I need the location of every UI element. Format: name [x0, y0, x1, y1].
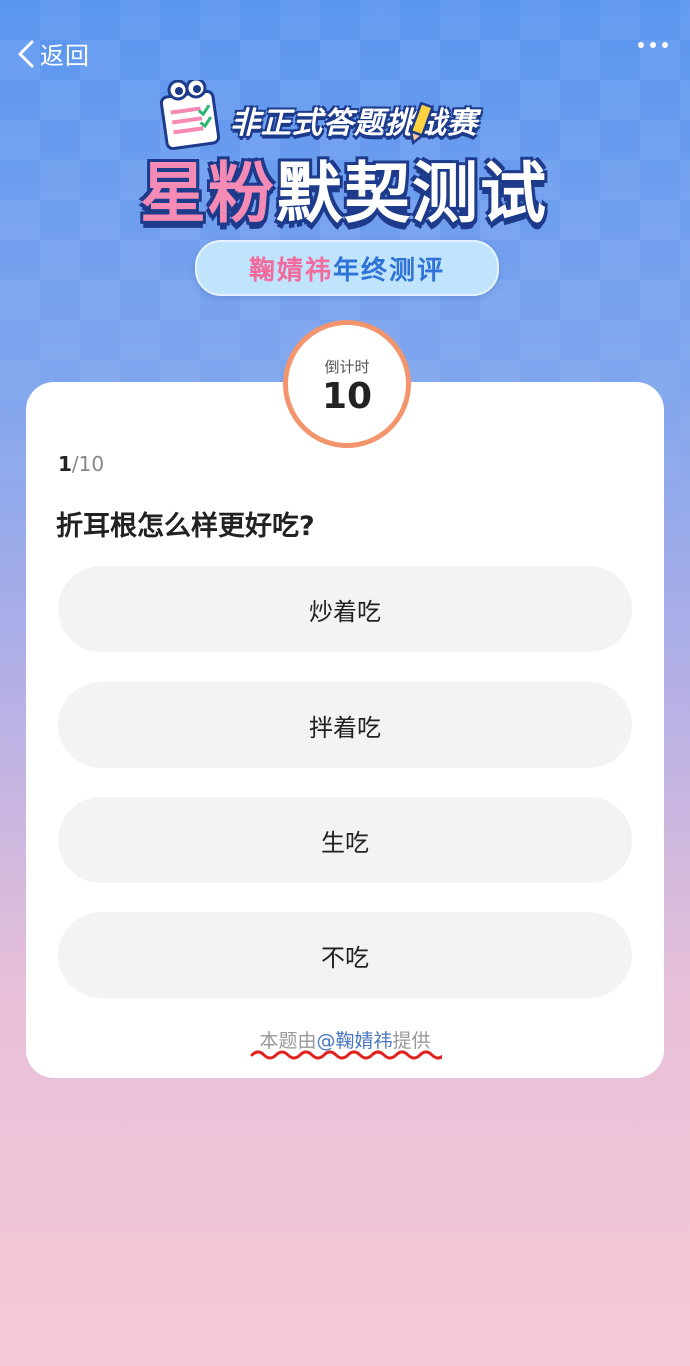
answer-option[interactable]: 生吃: [58, 797, 632, 883]
back-button[interactable]: 返回: [16, 36, 90, 71]
timer-value: 10: [321, 375, 373, 417]
banner-title-part1: 星粉: [140, 155, 276, 232]
top-bar: 返回: [0, 28, 690, 78]
banner-subtitle: 非正式答题挑战赛: [230, 106, 478, 141]
answer-option[interactable]: 炒着吃: [58, 566, 632, 652]
back-label: 返回: [40, 42, 90, 70]
banner-title-part2: 默契测试: [276, 155, 548, 232]
question-progress: 1/10: [58, 452, 104, 476]
question-text: 折耳根怎么样更好吃?: [56, 511, 315, 542]
pill-suffix: 年终测评: [333, 255, 446, 286]
answer-option[interactable]: 拌着吃: [58, 682, 632, 768]
answer-option[interactable]: 不吃: [58, 912, 632, 998]
banner-title: 星粉默契测试: [140, 140, 548, 236]
timer-label: 倒计时: [324, 357, 370, 376]
squiggle-underline: [250, 1050, 442, 1060]
progress-total: /10: [71, 452, 105, 476]
evaluation-pill: 鞠婧祎 年终测评: [195, 240, 499, 296]
more-menu-icon[interactable]: [638, 42, 668, 48]
countdown-timer: 倒计时 10: [283, 320, 411, 448]
progress-current: 1: [58, 452, 72, 476]
pill-name: 鞠婧祎: [248, 255, 333, 286]
chevron-left-icon: [18, 40, 34, 67]
